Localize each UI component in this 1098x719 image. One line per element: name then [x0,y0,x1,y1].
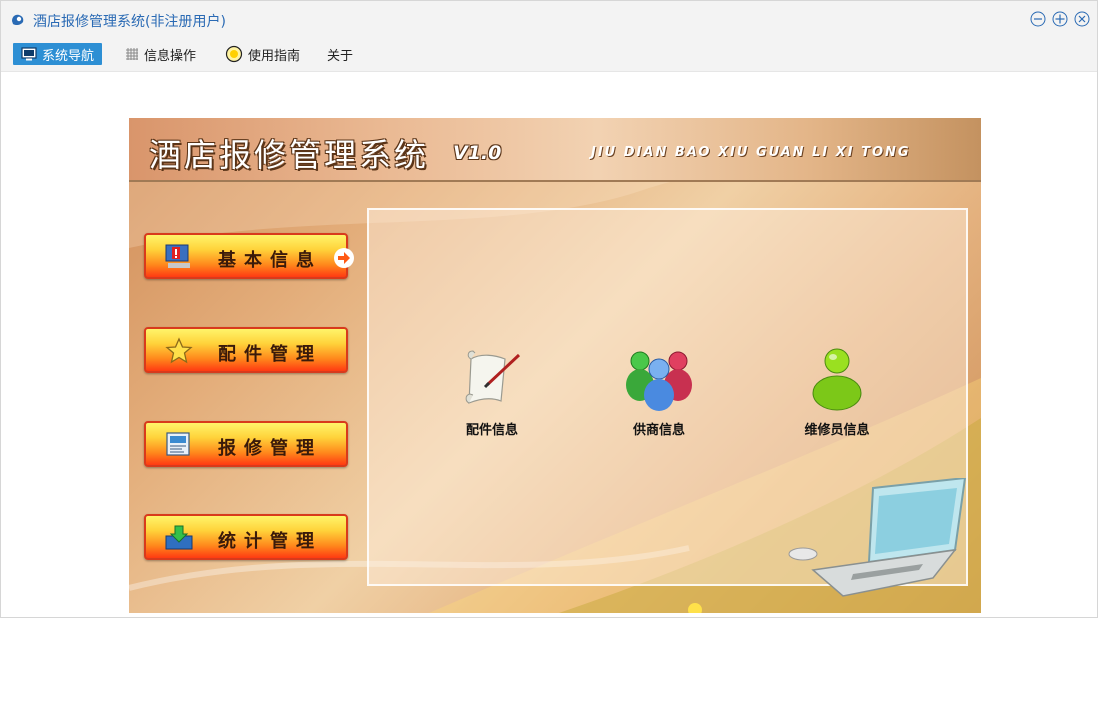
grid-icon [126,48,138,60]
menu-bar: 系统导航 信息操作 使用指南 关于 [1,39,1097,72]
app-logo-icon [12,14,24,26]
nav-button-parts-mgmt[interactable]: 配件管理 [144,327,348,373]
nav-button-basic-info[interactable]: 基本信息 [144,233,354,279]
menu-item-label: 使用指南 [248,48,301,64]
menu-item-label: 关于 [327,48,354,64]
main-stage: 酒店报修管理系统 V1.0 JIU DIAN BAO XIU GUAN LI X… [129,118,981,613]
laptop-illustration [788,478,967,597]
panel-item-supplier-info[interactable]: 供商信息 [609,345,709,438]
nav-button-stats-mgmt[interactable]: 统计管理 [144,514,348,560]
menu-item-label: 信息操作 [144,48,197,64]
panel-item-label: 维修员信息 [804,423,870,438]
star-icon [165,337,193,364]
panel-item-label: 配件信息 [465,423,518,438]
menu-item-about[interactable]: 关于 [327,43,353,65]
banner: 酒店报修管理系统 V1.0 JIU DIAN BAO XIU GUAN LI X… [129,118,981,182]
menu-item-system-nav[interactable]: 系统导航 [13,43,103,65]
banner-pinyin: JIU DIAN BAO XIU GUAN LI XI TONG [591,145,911,160]
title-bar[interactable]: 酒店报修管理系统(非注册用户) [1,1,1097,39]
nav-button-label: 统计管理 [218,531,322,552]
scroll-pen-icon [465,350,521,404]
arrow-right-icon [334,248,354,268]
nav-button-label: 报修管理 [218,438,322,459]
warning-monitor-icon [165,244,190,268]
form-icon [166,432,190,456]
app-window: 酒店报修管理系统(非注册用户) 系统导航 信息操作 使用指南 关于 酒店报修管理… [0,0,1098,618]
panel-item-parts-info[interactable]: 配件信息 [442,345,542,438]
panel-item-repairman-info[interactable]: 维修员信息 [787,345,887,438]
bulb-icon [225,45,243,63]
nav-button-repair-mgmt[interactable]: 报修管理 [144,421,348,467]
panel-item-label: 供商信息 [632,423,685,438]
close-icon[interactable] [1074,11,1090,27]
menu-item-info-ops[interactable]: 信息操作 [125,43,196,65]
minimize-icon[interactable] [1030,11,1046,27]
user-green-icon [812,348,862,411]
maximize-icon[interactable] [1052,11,1068,27]
download-tray-icon [165,525,193,550]
monitor-icon [21,47,37,61]
menu-item-user-guide[interactable]: 使用指南 [225,43,300,65]
menu-item-label: 系统导航 [42,48,95,64]
nav-button-label: 配件管理 [218,344,322,365]
users-group-icon [626,351,692,411]
banner-title: 酒店报修管理系统 [149,136,430,174]
nav-button-label: 基本信息 [218,250,322,271]
window-title: 酒店报修管理系统(非注册用户) [33,14,226,30]
banner-version: V1.0 [453,142,502,164]
